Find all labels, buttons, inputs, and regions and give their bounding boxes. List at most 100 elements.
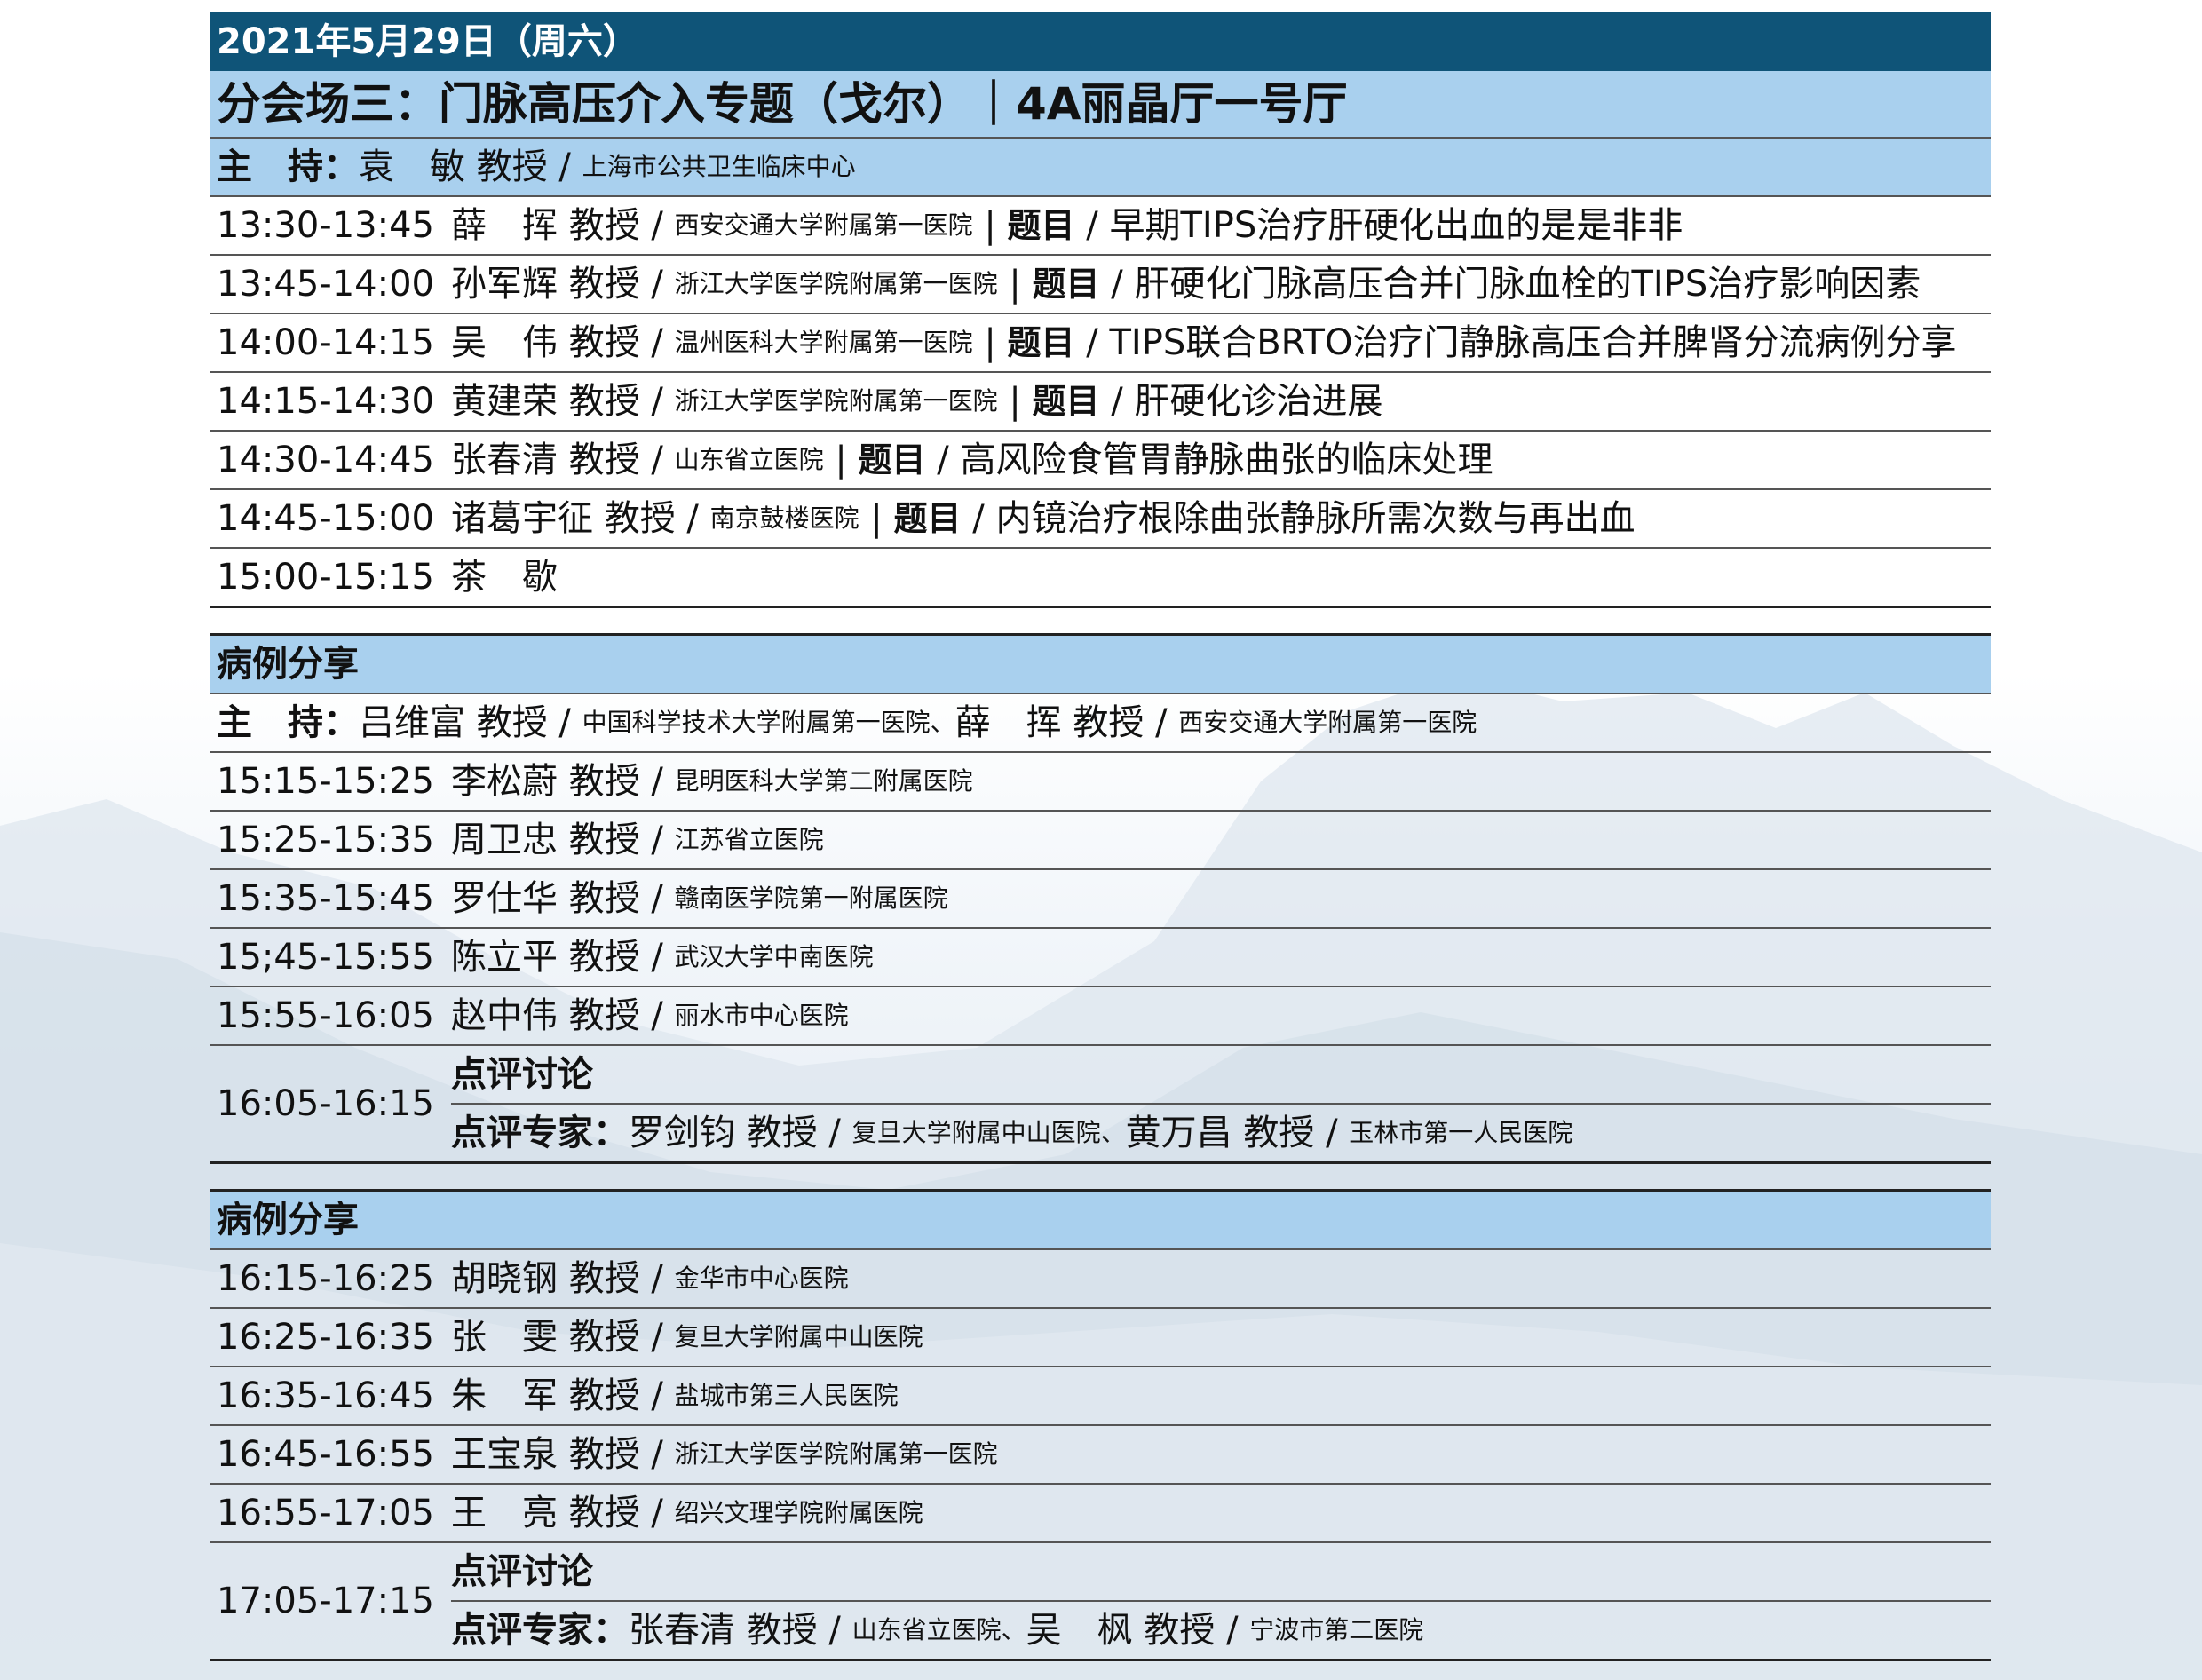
discussion-title: 点评讨论 [451,1551,593,1592]
time-slot: 15;45-15:55 [217,937,434,978]
table-row: 13:30-13:45 薛 挥 教授 / 西安交通大学附属第一医院 | 题目 /… [210,197,1991,256]
table-row: 16:15-16:25 胡晓钢 教授 / 金华市中心医院 [210,1250,1991,1309]
table-row: 14:00-14:15 吴 伟 教授 / 温州医科大学附属第一医院 | 题目 /… [210,314,1991,373]
time-slot: 16:55-17:05 [217,1493,434,1533]
host-name: 吕维富 教授 [359,702,548,743]
host-org: 上海市公共卫生临床中心 [582,152,856,181]
speaker-org: 浙江大学医学院附属第一医院 [674,269,998,298]
section-title: 病例分享 [210,633,1991,694]
speaker-org: 温州医科大学附属第一医院 [674,328,973,357]
time-slot: 13:30-13:45 [217,205,434,246]
speaker-org: 金华市中心医院 [674,1264,849,1293]
expert-name: 黄万昌 教授 [1125,1113,1315,1153]
time-slot: 14:30-14:45 [217,440,434,480]
speaker-org: 浙江大学医学院附属第一医院 [674,1439,998,1469]
topic-tag: 题目 [1032,265,1100,304]
time-slot: 14:15-14:30 [217,381,434,422]
speaker-name: 张春清 教授 [451,440,640,480]
speaker-name: 王宝泉 教授 [451,1434,640,1475]
time-slot: 15:25-15:35 [217,820,434,860]
expert-org: 宁波市第二医院 [1249,1615,1424,1644]
venue-title: 分会场三：门脉高压介入专题（戈尔）｜4A丽晶厅一号厅 [210,71,1991,139]
speaker-org: 复旦大学附属中山医院 [674,1322,923,1351]
discussion-title-row: 点评讨论 [451,1046,1991,1105]
speaker-org: 山东省立医院 [674,445,824,474]
speaker-name: 赵中伟 教授 [451,995,640,1036]
topic-tag: 题目 [858,440,926,479]
host-org: 西安交通大学附属第一医院 [1178,708,1477,737]
speaker-org: 丽水市中心医院 [674,1001,849,1030]
speaker-org: 绍兴文理学院附属医院 [674,1498,923,1527]
speaker-name: 李松蔚 教授 [451,761,640,802]
break-label: 茶 歇 [451,557,558,598]
time-slot: 14:45-15:00 [217,498,434,539]
expert-org: 玉林市第一人民医院 [1349,1118,1573,1147]
table-row: 13:45-14:00 孙军辉 教授 / 浙江大学医学院附属第一医院 | 题目 … [210,256,1991,314]
expert-name: 罗剑钧 教授 [629,1113,818,1153]
expert-name: 张春清 教授 [629,1610,818,1651]
speaker-name: 孙军辉 教授 [451,264,640,305]
speaker-name: 王 亮 教授 [451,1493,640,1533]
time-slot: 14:00-14:15 [217,322,434,363]
time-slot: 17:05-17:15 [217,1581,434,1621]
speaker-name: 周卫忠 教授 [451,820,640,860]
discussion-block: 16:05-16:15 点评讨论 点评专家： 罗剑钧 教授 / 复旦大学附属中山… [210,1046,1991,1164]
time-slot: 16:35-16:45 [217,1375,434,1416]
host-name: 薛 挥 教授 [954,702,1145,743]
table-row: 15:25-15:35 周卫忠 教授 / 江苏省立医院 [210,812,1991,870]
topic-text: 肝硬化诊治进展 [1134,381,1383,422]
time-slot: 16:25-16:35 [217,1317,434,1358]
discussion-title: 点评讨论 [451,1054,593,1095]
topic-tag: 题目 [893,499,962,538]
section-title: 病例分享 [210,1189,1991,1250]
discussion-experts-row: 点评专家： 罗剑钧 教授 / 复旦大学附属中山医院、 黄万昌 教授 / 玉林市第… [451,1105,1991,1161]
host-name: 袁 敏 教授 [359,147,548,187]
discussion-experts-row: 点评专家： 张春清 教授 / 山东省立医院、 吴 枫 教授 / 宁波市第二医院 [451,1602,1991,1659]
speaker-org: 江苏省立医院 [674,825,824,854]
speaker-org: 武汉大学中南医院 [674,942,874,971]
discussion-title-row: 点评讨论 [451,1543,1991,1602]
topic-text: TIPS联合BRTO治疗门静脉高压合并脾肾分流病例分享 [1109,322,1957,363]
speaker-name: 罗仕华 教授 [451,878,640,919]
host-label: 主 持： [217,702,359,743]
expert-org: 山东省立医院、 [851,1615,1026,1644]
speaker-name: 吴 伟 教授 [451,322,640,363]
topic-text: 肝硬化门脉高压合并门脉血栓的TIPS治疗影响因素 [1134,264,1921,305]
speaker-name: 诸葛宇征 教授 [451,498,676,539]
speaker-name: 朱 军 教授 [451,1375,640,1416]
time-slot: 16:15-16:25 [217,1258,434,1299]
expert-name: 吴 枫 教授 [1026,1610,1216,1651]
table-row: 14:15-14:30 黄建荣 教授 / 浙江大学医学院附属第一医院 | 题目 … [210,373,1991,432]
speaker-org: 赣南医学院第一附属医院 [674,884,948,913]
speaker-org: 南京鼓楼医院 [709,503,859,533]
session2-host-row: 主 持： 吕维富 教授 / 中国科学技术大学附属第一医院、 薛 挥 教授 / 西… [210,694,1991,753]
experts-label: 点评专家： [451,1113,629,1153]
table-row: 15:35-15:45 罗仕华 教授 / 赣南医学院第一附属医院 [210,870,1991,929]
table-row: 16:45-16:55 王宝泉 教授 / 浙江大学医学院附属第一医院 [210,1426,1991,1485]
speaker-name: 黄建荣 教授 [451,381,640,422]
session1-host-row: 主 持： 袁 敏 教授 / 上海市公共卫生临床中心 [210,139,1991,197]
table-row-break: 15:00-15:15 茶 歇 [210,549,1991,608]
topic-tag: 题目 [1007,206,1075,245]
program-sheet: 2021年5月29日（周六） 分会场三：门脉高压介入专题（戈尔）｜4A丽晶厅一号… [210,12,1991,1661]
topic-tag: 题目 [1007,323,1075,362]
speaker-name: 胡晓钢 教授 [451,1258,640,1299]
time-slot: 15:00-15:15 [217,557,434,598]
host-org: 中国科学技术大学附属第一医院、 [582,708,955,737]
table-row: 15;45-15:55 陈立平 教授 / 武汉大学中南医院 [210,929,1991,987]
topic-text: 内镜治疗根除曲张静脉所需次数与再出血 [995,498,1636,539]
experts-label: 点评专家： [451,1610,629,1651]
topic-tag: 题目 [1032,382,1100,421]
table-row: 16:25-16:35 张 雯 教授 / 复旦大学附属中山医院 [210,1309,1991,1367]
host-label: 主 持： [217,147,359,187]
speaker-org: 盐城市第三人民医院 [674,1381,899,1410]
speaker-name: 陈立平 教授 [451,937,640,978]
speaker-org: 浙江大学医学院附属第一医院 [674,386,998,416]
time-slot: 15:55-16:05 [217,995,434,1036]
time-slot: 16:45-16:55 [217,1434,434,1475]
speaker-org: 昆明医科大学第二附属医院 [674,766,973,796]
table-row: 16:35-16:45 朱 军 教授 / 盐城市第三人民医院 [210,1367,1991,1426]
table-row: 14:30-14:45 张春清 教授 / 山东省立医院 | 题目 / 高风险食管… [210,432,1991,490]
speaker-name: 张 雯 教授 [451,1317,640,1358]
table-row: 14:45-15:00 诸葛宇征 教授 / 南京鼓楼医院 | 题目 / 内镜治疗… [210,490,1991,549]
